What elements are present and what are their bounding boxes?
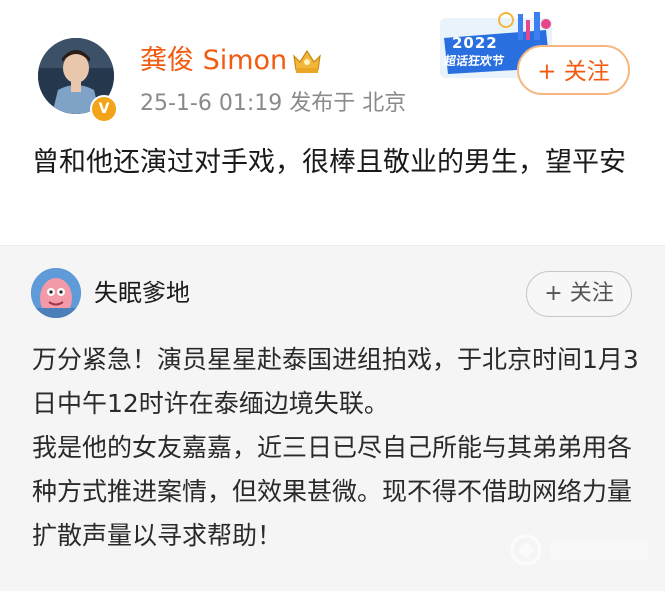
repost-avatar[interactable]	[31, 268, 81, 318]
follow-button[interactable]: + 关注	[517, 45, 630, 95]
post-meta: 25-1-6 01:19 发布于 北京	[140, 91, 407, 116]
main-post: V 龚俊 Simon 25-1-6 01:19 发布于 北京 2022 超话狂欢…	[0, 0, 665, 245]
watermark-logo	[510, 534, 648, 566]
post-text: 曾和他还演过对手戏，很棒且敬业的男生，望平安	[32, 147, 626, 178]
crown-icon	[293, 49, 321, 73]
banner-year: 2022	[452, 34, 498, 52]
banner-label: 超话狂欢节	[442, 54, 505, 68]
repost-follow-button[interactable]: + 关注	[526, 271, 632, 317]
repost-paragraph: 万分紧急！演员星星赴泰国进组拍戏，于北京时间1月3日中午12时许在泰缅边境失联。	[32, 345, 639, 418]
repost-username[interactable]: 失眠爹地	[94, 278, 190, 308]
post-username[interactable]: 龚俊 Simon	[140, 44, 287, 78]
repost-text: 万分紧急！演员星星赴泰国进组拍戏，于北京时间1月3日中午12时许在泰缅边境失联。…	[32, 338, 642, 558]
verified-badge-icon: V	[90, 95, 118, 123]
